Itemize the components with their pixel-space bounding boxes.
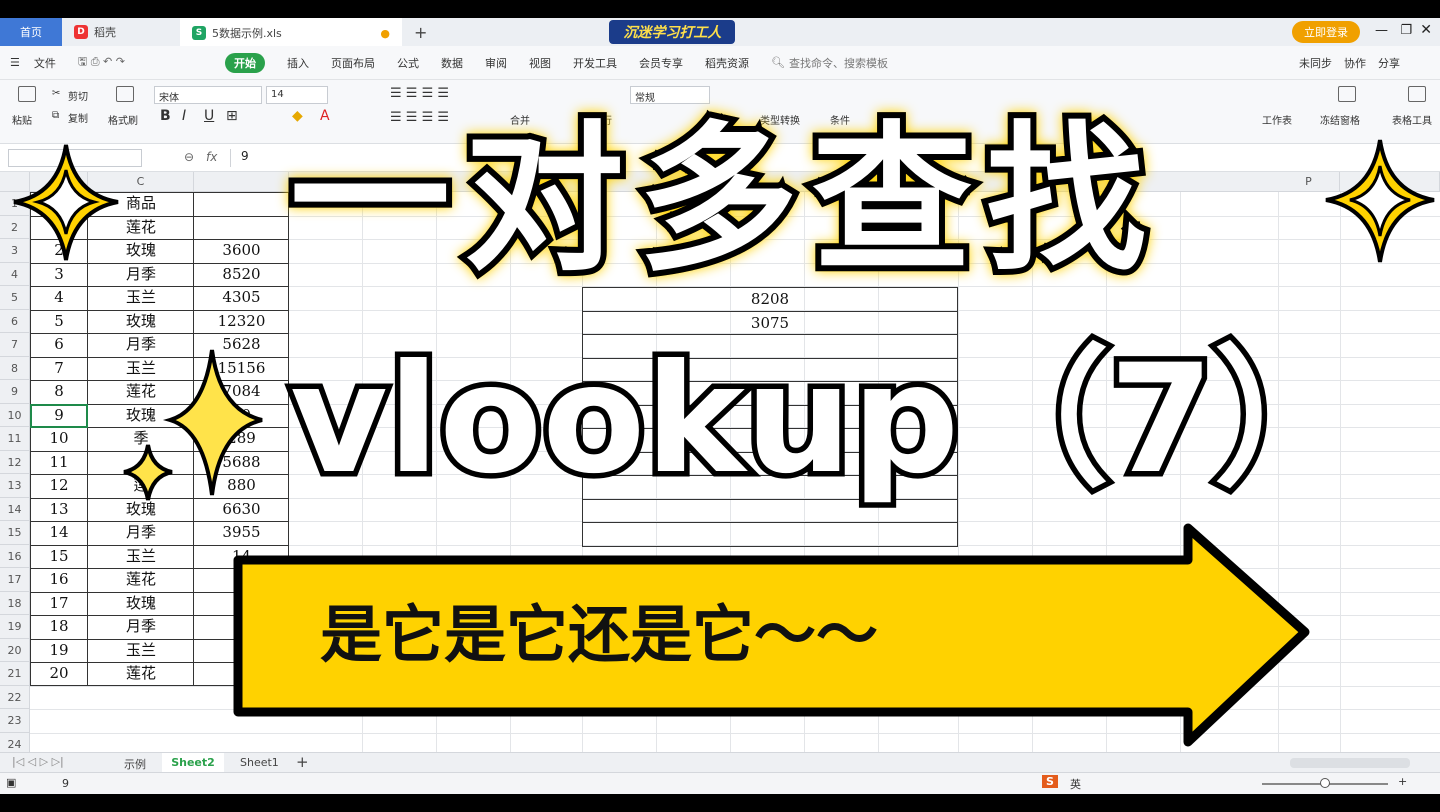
overlay-subtitle: vlookup（7） <box>285 328 1370 513</box>
sparkle-icon-mid <box>123 349 263 501</box>
overlay-title: 一对多查找 <box>284 100 1160 299</box>
sparkle-icon-right <box>1325 139 1435 263</box>
arrow-text: 是它是它还是它～～ <box>320 598 879 671</box>
sparkle-icon-left <box>13 144 119 261</box>
